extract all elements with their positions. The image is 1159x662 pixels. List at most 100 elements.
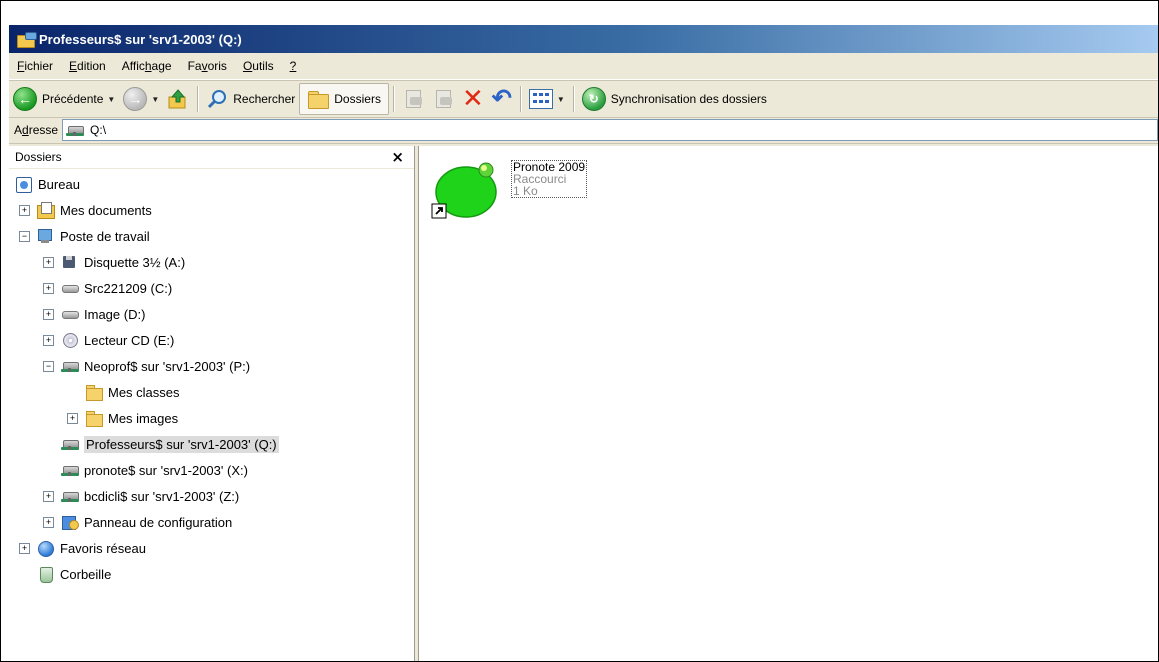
desktop-icon (15, 176, 33, 193)
toolbar-separator (519, 86, 521, 112)
copy-to-icon (432, 89, 454, 109)
up-folder-button[interactable] (163, 84, 193, 114)
toolbar: ← Précédente ▼ → ▼ Rechercher Dossiers ✕… (9, 80, 1158, 118)
tree-item-cd-drive[interactable]: + Lecteur CD (E:) (9, 327, 414, 353)
network-drive-icon (61, 488, 79, 504)
folders-panel: Dossiers × Bureau + Mes documents − Post… (9, 146, 415, 661)
delete-button[interactable]: ✕ (458, 84, 488, 114)
tree-item-pronote[interactable]: pronote$ sur 'srv1-2003' (X:) (9, 457, 414, 483)
chevron-down-icon[interactable]: ▼ (151, 95, 159, 104)
tree-item-poste-de-travail[interactable]: − Poste de travail (9, 223, 414, 249)
cd-drive-icon (61, 332, 79, 348)
up-folder-icon (168, 89, 186, 109)
file-item-pronote-2009[interactable]: Pronote 2009 Raccourci 1 Ko (429, 156, 629, 228)
pronote-shortcut-icon (431, 162, 497, 219)
chevron-down-icon[interactable]: ▼ (557, 95, 565, 104)
tree-item-mes-images[interactable]: + Mes images (9, 405, 414, 431)
address-input[interactable]: Q:\ (62, 119, 1158, 141)
network-drive-icon (61, 462, 79, 478)
screenshot-frame: Professeurs$ sur 'srv1-2003' (Q:) Fichie… (0, 0, 1159, 662)
expand-icon[interactable]: + (19, 542, 30, 554)
folders-button[interactable]: Dossiers (299, 83, 389, 115)
menu-affichage[interactable]: Affichage (114, 59, 180, 73)
tree-item-professeurs[interactable]: Professeurs$ sur 'srv1-2003' (Q:) (9, 431, 414, 457)
forward-arrow-icon: → (123, 87, 148, 111)
address-label: Adresse (14, 123, 59, 137)
network-drive-icon (66, 123, 86, 137)
expand-icon[interactable]: + (19, 204, 30, 216)
folder-icon (85, 410, 103, 427)
tree-item-bureau[interactable]: Bureau (9, 171, 414, 197)
tree-item-mes-classes[interactable]: Mes classes (9, 379, 414, 405)
menu-help[interactable]: ? (282, 59, 305, 73)
tree-item-corbeille[interactable]: Corbeille (9, 561, 414, 587)
folders-icon (307, 90, 330, 109)
menu-edition[interactable]: Edition (61, 59, 114, 73)
address-bar: Adresse Q:\ (9, 117, 1158, 144)
collapse-icon[interactable]: − (43, 360, 54, 372)
undo-icon: ↶ (491, 85, 512, 112)
file-label: Pronote 2009 Raccourci 1 Ko (511, 160, 588, 198)
toolbar-separator (197, 86, 199, 112)
forward-button[interactable]: → ▼ (119, 84, 163, 114)
tree-item-favoris-reseau[interactable]: + Favoris réseau (9, 535, 414, 561)
back-button[interactable]: ← Précédente ▼ (9, 84, 119, 114)
recycle-bin-icon (37, 566, 55, 583)
undo-button[interactable]: ↶ (488, 84, 516, 114)
window-title: Professeurs$ sur 'srv1-2003' (Q:) (39, 31, 242, 47)
menu-fichier[interactable]: Fichier (9, 59, 61, 73)
tree-item-bcdicli[interactable]: + bcdicli$ sur 'srv1-2003' (Z:) (9, 483, 414, 509)
expand-icon[interactable]: + (43, 334, 54, 346)
control-panel-icon (61, 514, 79, 530)
tree-item-mes-documents[interactable]: + Mes documents (9, 197, 414, 223)
folders-panel-title: Dossiers (15, 150, 62, 164)
expand-icon[interactable]: + (67, 412, 78, 424)
folders-panel-header: Dossiers × (9, 146, 414, 169)
expand-icon[interactable]: + (43, 490, 54, 502)
menu-outils[interactable]: Outils (235, 59, 282, 73)
menu-favoris[interactable]: Favoris (180, 59, 235, 73)
file-list-pane[interactable]: Pronote 2009 Raccourci 1 Ko (418, 146, 1158, 661)
expand-icon[interactable]: + (43, 308, 54, 320)
search-label: Rechercher (233, 92, 296, 106)
delete-icon: ✕ (461, 84, 484, 114)
toolbar-separator (392, 86, 394, 112)
floppy-drive-icon (61, 254, 79, 270)
expand-icon[interactable]: + (43, 256, 54, 268)
network-drive-icon (61, 358, 79, 374)
sync-folders-button[interactable]: ↻ Synchronisation des dossiers (578, 84, 771, 114)
move-to-icon (402, 89, 424, 109)
tree-item-drive-c[interactable]: + Src221209 (C:) (9, 275, 414, 301)
toolbar-separator (572, 86, 574, 112)
tree-item-floppy[interactable]: + Disquette 3½ (A:) (9, 249, 414, 275)
title-bar[interactable]: Professeurs$ sur 'srv1-2003' (Q:) (9, 25, 1158, 53)
network-places-icon (37, 540, 55, 557)
close-icon[interactable]: × (389, 148, 406, 166)
folder-tree: Bureau + Mes documents − Poste de travai… (9, 169, 414, 587)
views-icon (528, 89, 553, 109)
move-to-button[interactable] (398, 84, 428, 114)
collapse-icon[interactable]: − (19, 230, 30, 242)
hard-drive-icon (61, 306, 79, 322)
hard-drive-icon (61, 280, 79, 296)
address-value: Q:\ (90, 123, 107, 137)
search-icon (208, 90, 227, 109)
back-arrow-icon: ← (13, 87, 37, 111)
network-drive-icon (61, 436, 79, 452)
back-label: Précédente (42, 92, 104, 106)
menu-bar: Fichier Edition Affichage Favoris Outils… (9, 53, 1158, 80)
sync-icon: ↻ (581, 87, 606, 111)
sync-label: Synchronisation des dossiers (610, 92, 767, 106)
folder-icon (85, 384, 103, 401)
file-size: 1 Ko (513, 184, 538, 198)
expand-icon[interactable]: + (43, 282, 54, 294)
views-button[interactable]: ▼ (525, 84, 569, 114)
my-documents-icon (37, 202, 55, 219)
expand-icon[interactable]: + (43, 516, 54, 528)
tree-item-panneau-de-configuration[interactable]: + Panneau de configuration (9, 509, 414, 535)
search-button[interactable]: Rechercher (202, 84, 299, 114)
tree-item-neoprof[interactable]: − Neoprof$ sur 'srv1-2003' (P:) (9, 353, 414, 379)
chevron-down-icon[interactable]: ▼ (107, 95, 115, 104)
copy-to-button[interactable] (428, 84, 458, 114)
tree-item-drive-d[interactable]: + Image (D:) (9, 301, 414, 327)
